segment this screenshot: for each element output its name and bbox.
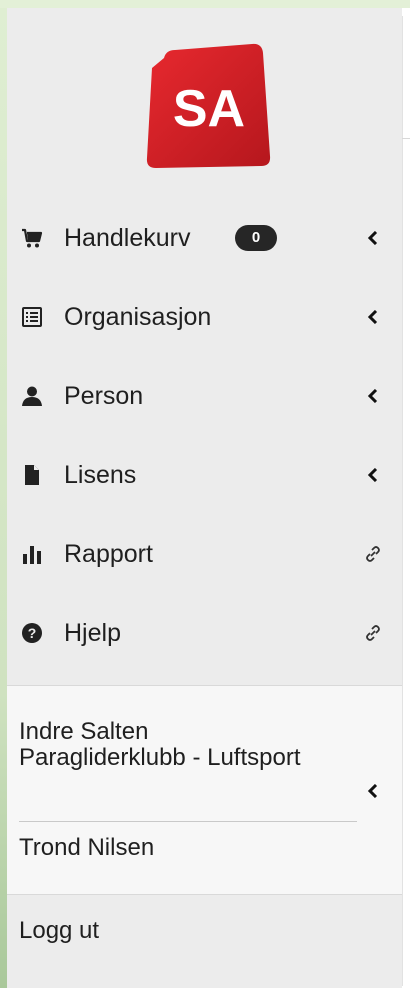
nav-item-label: Handlekurv <box>64 223 191 252</box>
nav-item-handlekurv[interactable]: Handlekurv 0 <box>7 198 402 277</box>
nav-item-label: Lisens <box>64 460 137 489</box>
nav-item-label: Organisasjon <box>64 302 212 331</box>
sidebar: SA Handlekurv 0 Organisasjon Person Lise… <box>7 8 402 988</box>
chevron-left-icon[interactable] <box>363 465 383 485</box>
chevron-left-icon[interactable] <box>363 228 383 248</box>
nav-item-lisens[interactable]: Lisens <box>7 435 402 514</box>
nav-item-label: Hjelp <box>64 618 121 647</box>
brand-logo[interactable]: SA <box>142 38 272 170</box>
svg-text:SA: SA <box>173 80 245 138</box>
svg-text:?: ? <box>28 625 37 641</box>
account-section: Indre Salten Paragliderklubb - Luftsport… <box>7 685 402 895</box>
main-nav: Handlekurv 0 Organisasjon Person Lisens … <box>7 198 402 672</box>
user-name: Trond Nilsen <box>19 834 155 861</box>
main-content-edge <box>402 8 410 988</box>
left-background-strip <box>0 8 7 988</box>
user-icon <box>21 385 43 407</box>
organization-name[interactable]: Indre Salten Paragliderklubb - Luftsport <box>19 719 319 771</box>
bar-chart-icon <box>21 543 43 565</box>
file-icon <box>21 464 43 486</box>
logout-link[interactable]: Logg ut <box>19 916 99 946</box>
divider <box>19 821 357 822</box>
link-icon[interactable] <box>363 623 383 643</box>
link-icon[interactable] <box>363 544 383 564</box>
list-alt-icon <box>21 306 43 328</box>
nav-item-organisasjon[interactable]: Organisasjon <box>7 277 402 356</box>
cart-icon <box>21 227 43 249</box>
nav-item-label: Person <box>64 381 144 410</box>
nav-item-rapport[interactable]: Rapport <box>7 514 402 593</box>
nav-item-label: Rapport <box>64 539 153 568</box>
top-bar <box>0 0 410 8</box>
sa-logo-icon: SA <box>146 43 271 169</box>
nav-item-person[interactable]: Person <box>7 356 402 435</box>
cart-count-badge: 0 <box>235 224 277 251</box>
chevron-left-icon[interactable] <box>363 386 383 406</box>
question-circle-icon: ? <box>21 622 43 644</box>
chevron-left-icon[interactable] <box>363 781 383 801</box>
chevron-left-icon[interactable] <box>363 307 383 327</box>
nav-item-hjelp[interactable]: ? Hjelp <box>7 593 402 672</box>
